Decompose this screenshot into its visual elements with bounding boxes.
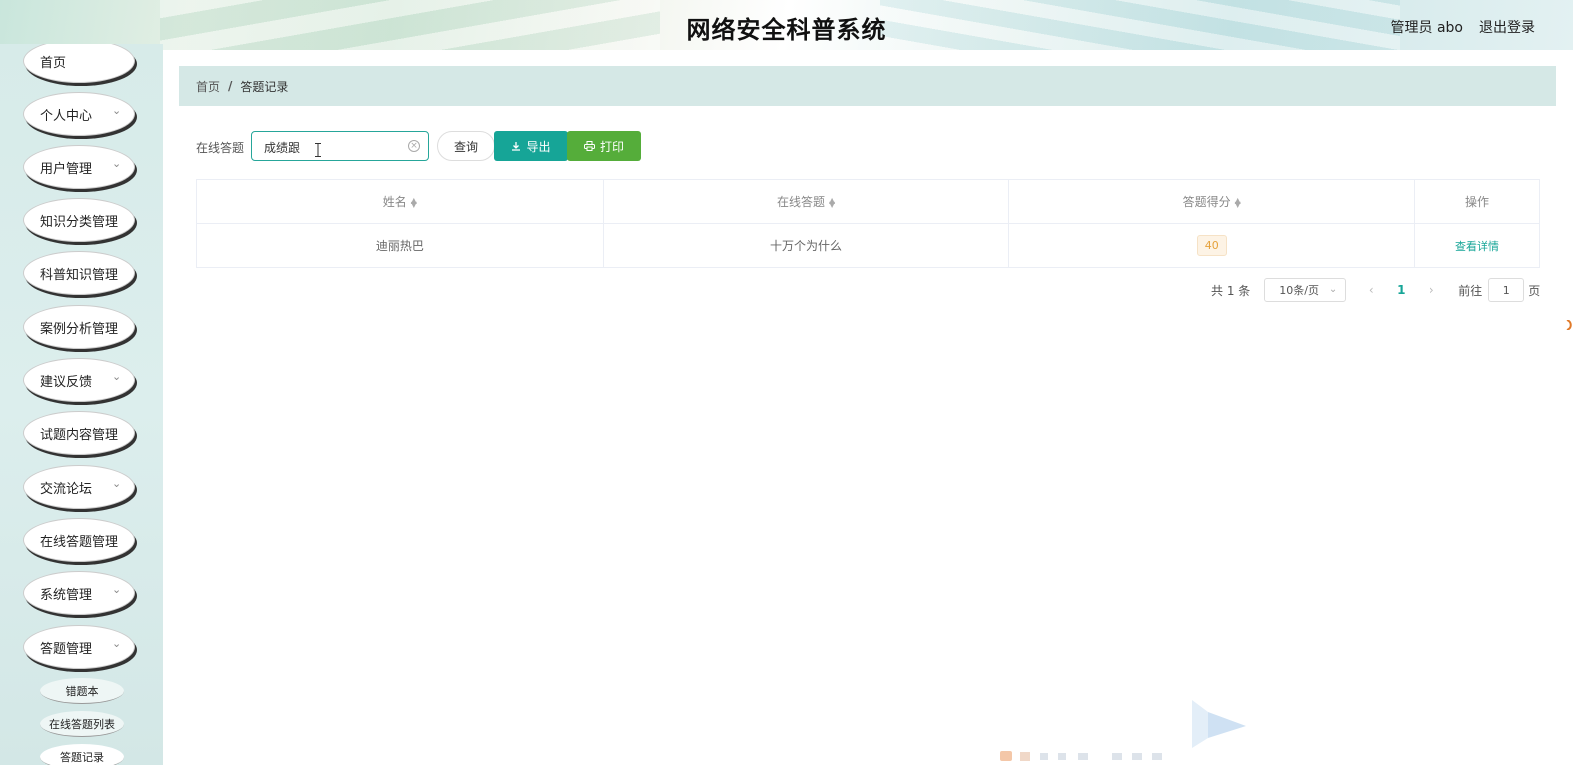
sidebar-item-label: 建议反馈	[40, 374, 93, 390]
column-header-label: 在线答题	[776, 195, 825, 209]
sidebar-item-label: 答题管理	[40, 641, 93, 657]
score-badge: 40	[1196, 235, 1227, 256]
goto-suffix: 页	[1528, 283, 1541, 298]
breadcrumb-current: 答题记录	[240, 79, 289, 94]
print-button-label: 打印	[599, 139, 624, 154]
sidebar-item-home[interactable]: 首页	[23, 44, 135, 83]
chevron-down-icon: ⌄	[112, 370, 122, 383]
app-title: 网络安全科普系统	[686, 16, 887, 44]
cell-action: 查看详情	[1414, 223, 1540, 268]
sidebar-item-online-quiz-management[interactable]: 在线答题管理	[23, 518, 135, 562]
breadcrumb-home[interactable]: 首页	[196, 78, 220, 95]
printer-icon	[583, 141, 595, 151]
chevron-down-icon: ⌄	[112, 157, 122, 170]
column-header-quiz[interactable]: 在线答题 ▲ ▼	[602, 179, 1010, 224]
sidebar-item-system-management[interactable]: 系统管理 ⌄	[23, 571, 135, 615]
search-field[interactable]: ×	[251, 131, 429, 161]
watermark-toolbar-icon	[1000, 751, 1162, 761]
table-row: 迪丽热巴 十万个为什么 40 查看详情	[196, 223, 1540, 268]
sidebar-item-label: 首页	[40, 55, 67, 71]
chevron-down-icon: ⌄	[112, 104, 122, 117]
export-button[interactable]: 导出	[494, 131, 568, 161]
page-number[interactable]: 1	[1386, 283, 1416, 297]
sidebar-subitem-answer-records[interactable]: 答题记录	[40, 744, 124, 765]
sort-icon[interactable]: ▲ ▼	[411, 196, 417, 208]
query-button[interactable]: 查询	[437, 131, 495, 161]
sidebar-item-label: 案例分析管理	[40, 321, 119, 337]
edge-tab-icon	[1566, 320, 1572, 330]
sidebar-item-personal-center[interactable]: 个人中心 ⌄	[23, 92, 135, 136]
column-header-name[interactable]: 姓名 ▲ ▼	[196, 179, 604, 224]
clear-icon[interactable]: ×	[408, 140, 420, 152]
sidebar-item-science-knowledge[interactable]: 科普知识管理	[23, 251, 135, 295]
breadcrumb: 首页 / 答题记录	[179, 66, 1556, 106]
prev-page-button[interactable]: ‹	[1356, 283, 1386, 297]
page-size-select[interactable]: 10条/页 ⌄	[1264, 278, 1347, 302]
goto-label: 前往	[1458, 283, 1483, 298]
sidebar-item-label: 个人中心	[40, 108, 93, 124]
search-input[interactable]	[264, 138, 404, 156]
chevron-down-icon: ⌄	[112, 637, 122, 650]
sidebar: 首页 个人中心 ⌄ 用户管理 ⌄ 知识分类管理 科普知识管理 案例分析管理 建议…	[0, 44, 163, 765]
cell-quiz: 十万个为什么	[602, 223, 1010, 268]
sidebar-item-case-analysis[interactable]: 案例分析管理	[23, 305, 135, 349]
sidebar-subitem-label: 错题本	[65, 684, 99, 698]
chevron-down-icon: ⌄	[112, 477, 122, 490]
export-button-label: 导出	[526, 139, 551, 154]
sidebar-item-label: 用户管理	[40, 161, 93, 177]
sidebar-item-label: 交流论坛	[40, 481, 93, 497]
chevron-down-icon: ⌄	[1328, 284, 1338, 295]
records-table: 姓名 ▲ ▼ 在线答题 ▲ ▼ 答题得分 ▲ ▼ 操作 迪丽热巴 十万个为什么 40 查看详…	[196, 179, 1540, 268]
search-label: 在线答题	[196, 141, 245, 155]
sort-icon[interactable]: ▲ ▼	[829, 196, 835, 208]
sidebar-item-forum[interactable]: 交流论坛 ⌄	[23, 465, 135, 509]
sidebar-subitem-wrong-book[interactable]: 错题本	[40, 678, 124, 704]
admin-user-label: 管理员 abo	[1390, 20, 1463, 36]
sidebar-item-question-content[interactable]: 试题内容管理	[23, 411, 135, 455]
top-header: 网络安全科普系统 管理员 abo 退出登录	[0, 0, 1573, 50]
watermark-logo-icon	[1192, 700, 1246, 748]
query-button-label: 查询	[453, 139, 478, 154]
page-size-value: 10条/页	[1279, 284, 1319, 297]
sidebar-item-feedback[interactable]: 建议反馈 ⌄	[23, 358, 135, 402]
sidebar-item-label: 在线答题管理	[40, 534, 119, 550]
breadcrumb-separator: /	[228, 79, 233, 93]
sidebar-item-label: 试题内容管理	[40, 427, 119, 443]
sidebar-item-user-management[interactable]: 用户管理 ⌄	[23, 145, 135, 189]
sidebar-item-label: 科普知识管理	[40, 267, 119, 283]
column-header-label: 答题得分	[1182, 195, 1231, 209]
print-button[interactable]: 打印	[567, 131, 641, 161]
next-page-button[interactable]: ›	[1416, 283, 1446, 297]
table-header-row: 姓名 ▲ ▼ 在线答题 ▲ ▼ 答题得分 ▲ ▼ 操作	[196, 179, 1540, 224]
cell-name: 迪丽热巴	[196, 223, 604, 268]
goto-page-input[interactable]	[1488, 278, 1525, 302]
column-header-score[interactable]: 答题得分 ▲ ▼	[1008, 179, 1416, 224]
sidebar-subitem-online-quiz-list[interactable]: 在线答题列表	[40, 711, 124, 737]
text-cursor-icon	[315, 143, 321, 157]
logout-link[interactable]: 退出登录	[1479, 17, 1535, 37]
cell-score: 40	[1008, 223, 1416, 268]
view-details-link[interactable]: 查看详情	[1455, 240, 1499, 253]
sidebar-item-label: 系统管理	[40, 587, 93, 603]
pagination: 共 1 条 10条/页 ⌄ ‹ 1 › 前往 页	[1211, 278, 1540, 302]
sidebar-subitem-label: 答题记录	[60, 750, 104, 764]
sidebar-item-answer-management[interactable]: 答题管理 ⌄	[23, 625, 135, 669]
column-header-label: 操作	[1465, 195, 1490, 209]
sidebar-item-knowledge-category[interactable]: 知识分类管理	[23, 198, 135, 242]
column-header-action: 操作	[1414, 179, 1540, 224]
total-count: 共 1 条	[1211, 283, 1251, 298]
sidebar-item-label: 知识分类管理	[40, 214, 119, 230]
column-header-label: 姓名	[382, 195, 407, 209]
chevron-down-icon: ⌄	[112, 583, 122, 596]
sidebar-subitem-label: 在线答题列表	[49, 717, 115, 731]
download-icon	[512, 142, 521, 151]
sort-icon[interactable]: ▲ ▼	[1235, 196, 1241, 208]
